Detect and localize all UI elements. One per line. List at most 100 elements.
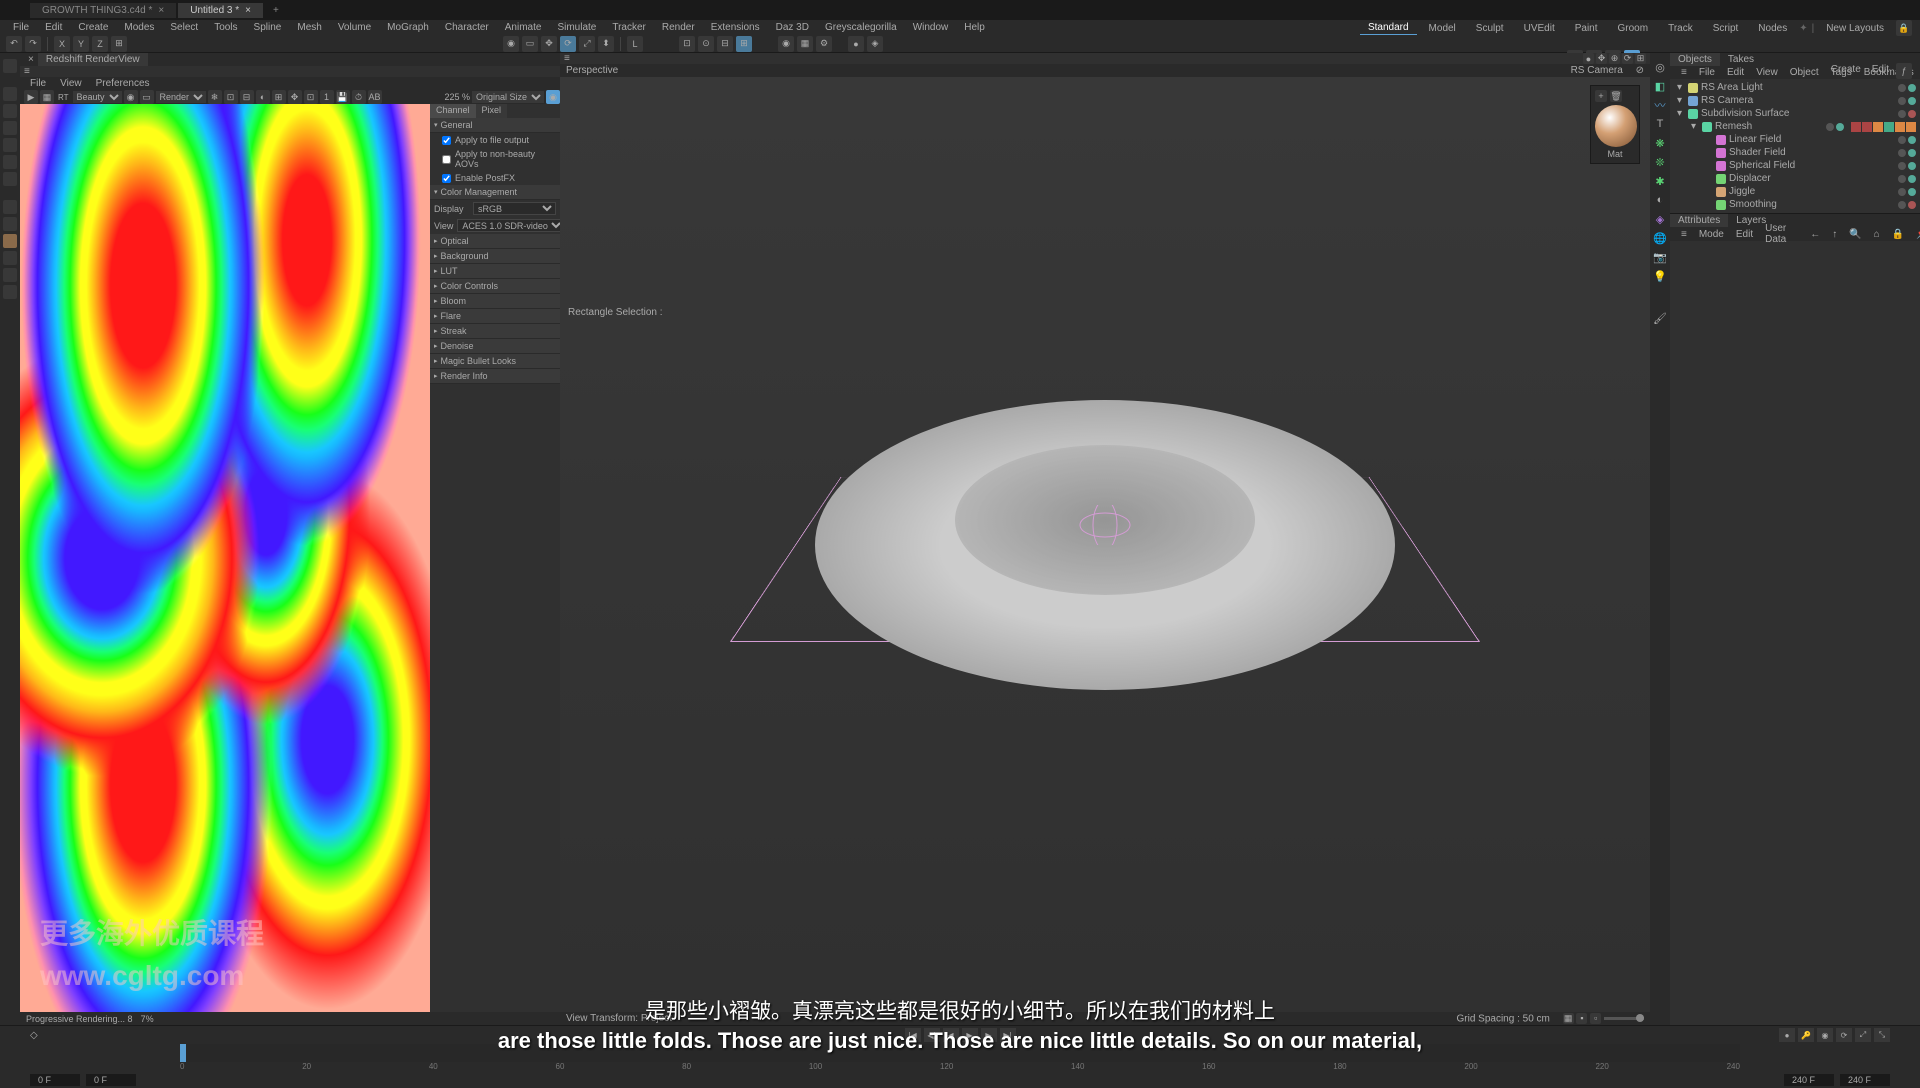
create-button[interactable]: Create xyxy=(1827,63,1865,79)
texture-mode-icon[interactable] xyxy=(3,104,17,118)
coord-system-button[interactable]: ⊞ xyxy=(111,36,127,52)
placement-icon[interactable]: ⬍ xyxy=(598,36,614,52)
zoom-fit-icon[interactable]: ⊡ xyxy=(304,90,318,104)
tree-item[interactable]: ▾RS Area Light xyxy=(1672,81,1918,94)
bucket-icon[interactable]: ▦ xyxy=(40,90,54,104)
points-mode-icon[interactable] xyxy=(3,138,17,152)
shading-a-icon[interactable]: ▦ xyxy=(1563,1013,1574,1024)
menu-modes[interactable]: Modes xyxy=(117,21,161,34)
menu-daz3d[interactable]: Daz 3D xyxy=(769,21,816,34)
edit-button[interactable]: Edit xyxy=(1868,63,1893,79)
section-color-mgmt[interactable]: Color Management xyxy=(430,185,560,200)
playhead[interactable] xyxy=(180,1044,186,1062)
apply-output-checkbox[interactable] xyxy=(442,136,451,145)
range-end-field[interactable]: 240 F xyxy=(1840,1074,1890,1086)
object-tags[interactable] xyxy=(1851,122,1916,132)
axis-z-button[interactable]: Z xyxy=(92,36,108,52)
file-tab[interactable]: Untitled 3 *× xyxy=(178,3,263,18)
vp-layout-icon[interactable]: ⊞ xyxy=(1635,53,1646,64)
menu-spline[interactable]: Spline xyxy=(247,21,289,34)
selection-tool-icon[interactable] xyxy=(3,200,17,214)
attr-search-icon[interactable]: 🔍 xyxy=(1844,228,1866,241)
vp-orbit-icon[interactable]: ⟳ xyxy=(1622,53,1633,64)
objects-tab[interactable]: Objects xyxy=(1670,53,1720,66)
text-icon[interactable]: T xyxy=(1652,116,1668,132)
viewport-camera[interactable]: RS Camera xyxy=(1571,65,1623,76)
menu-select[interactable]: Select xyxy=(163,21,205,34)
workspace-sculpt[interactable]: Sculpt xyxy=(1468,22,1512,35)
ipr-icon[interactable]: ◉ xyxy=(546,90,560,104)
generator-icon[interactable]: ❋ xyxy=(1652,135,1668,151)
apply-aovs-checkbox[interactable] xyxy=(442,155,451,164)
panel-menu-icon[interactable]: ≡ xyxy=(24,66,30,77)
expand-icon[interactable]: ⤡ xyxy=(1874,1028,1890,1042)
workspace-script[interactable]: Script xyxy=(1705,22,1747,35)
mode-select[interactable]: Render xyxy=(156,91,206,103)
menu-tracker[interactable]: Tracker xyxy=(605,21,653,34)
spline-icon[interactable]: 〰 xyxy=(1652,97,1668,113)
section-lut[interactable]: LUT xyxy=(430,264,560,279)
obj-func-icon[interactable]: ƒ xyxy=(1896,63,1912,79)
menu-simulate[interactable]: Simulate xyxy=(550,21,603,34)
menu-animate[interactable]: Animate xyxy=(498,21,549,34)
layout-lock-icon[interactable]: 🔒 xyxy=(1896,20,1912,36)
keyframe-icon[interactable]: ◇ xyxy=(30,1030,38,1041)
viewport-3d[interactable]: Rectangle Selection : xyxy=(560,77,1650,1012)
vp-pan-icon[interactable]: ✥ xyxy=(1596,53,1607,64)
menu-help[interactable]: Help xyxy=(957,21,992,34)
tree-item[interactable]: ▾Subdivision Surface xyxy=(1672,107,1918,120)
workspace-nodes[interactable]: Nodes xyxy=(1750,22,1795,35)
vp-dot-icon[interactable]: ● xyxy=(1583,53,1594,64)
scale-icon[interactable]: ⤢ xyxy=(579,36,595,52)
render-tab[interactable]: Redshift RenderView xyxy=(38,53,148,66)
render-menu-file[interactable]: File xyxy=(24,77,52,90)
section-optical[interactable]: Optical xyxy=(430,234,560,249)
render-menu-view[interactable]: View xyxy=(54,77,88,90)
knife-tool-icon[interactable] xyxy=(3,251,17,265)
visibility-dots[interactable] xyxy=(1898,84,1916,92)
menu-tools[interactable]: Tools xyxy=(207,21,244,34)
model-mode-icon[interactable] xyxy=(3,87,17,101)
camera-icon[interactable]: 📷 xyxy=(1652,249,1668,265)
menu-extensions[interactable]: Extensions xyxy=(704,21,767,34)
snap-grid-icon[interactable]: ⊞ xyxy=(736,36,752,52)
obj-menu-edit[interactable]: Edit xyxy=(1722,66,1749,79)
key-pos-icon[interactable]: ◉ xyxy=(1817,1028,1833,1042)
node-editor-icon[interactable]: ◈ xyxy=(867,36,883,52)
attr-home-icon[interactable]: ⌂ xyxy=(1869,228,1885,241)
tree-item[interactable]: ▾RS Camera xyxy=(1672,94,1918,107)
undo-icon[interactable]: ↶ xyxy=(6,36,22,52)
menu-mograph[interactable]: MoGraph xyxy=(380,21,436,34)
scene-icon[interactable]: 🌐 xyxy=(1652,230,1668,246)
section-render-info[interactable]: Render Info xyxy=(430,369,560,384)
visibility-dots[interactable] xyxy=(1826,123,1844,131)
attr-menu-mode[interactable]: Mode xyxy=(1694,228,1729,241)
workspace-standard[interactable]: Standard xyxy=(1360,21,1417,35)
panel-menu-icon[interactable]: ≡ xyxy=(1676,228,1692,241)
snapshot-b-icon[interactable]: ⊟ xyxy=(240,90,254,104)
camera-link-icon[interactable]: ⊘ xyxy=(1626,65,1644,76)
file-tab[interactable]: GROWTH THING3.c4d *× xyxy=(30,3,176,18)
attributes-tab[interactable]: Attributes xyxy=(1670,214,1728,227)
render-icon[interactable]: ◉ xyxy=(778,36,794,52)
section-denoise[interactable]: Denoise xyxy=(430,339,560,354)
takes-tab[interactable]: Takes xyxy=(1720,53,1762,66)
visibility-dots[interactable] xyxy=(1898,162,1916,170)
mat-add-icon[interactable]: + xyxy=(1595,90,1607,102)
pan-icon[interactable]: ✥ xyxy=(288,90,302,104)
picker-icon[interactable]: ◉ xyxy=(124,90,138,104)
save-icon[interactable]: 💾 xyxy=(336,90,350,104)
null-icon[interactable]: ◎ xyxy=(1652,59,1668,75)
workspace-groom[interactable]: Groom xyxy=(1610,22,1657,35)
material-slot[interactable]: +🗑 Mat xyxy=(1590,85,1640,164)
light-icon[interactable]: 💡 xyxy=(1652,268,1668,284)
visibility-dots[interactable] xyxy=(1898,136,1916,144)
section-flare[interactable]: Flare xyxy=(430,309,560,324)
size-select[interactable]: Original Size xyxy=(472,91,544,103)
snap-edge-icon[interactable]: ⊟ xyxy=(717,36,733,52)
menu-gsg[interactable]: Greyscalegorilla xyxy=(818,21,904,34)
render-settings-icon[interactable]: ⚙ xyxy=(816,36,832,52)
render-region-icon[interactable]: ▦ xyxy=(797,36,813,52)
menu-file[interactable]: File xyxy=(6,21,36,34)
snap-vertex-icon[interactable]: ⊙ xyxy=(698,36,714,52)
